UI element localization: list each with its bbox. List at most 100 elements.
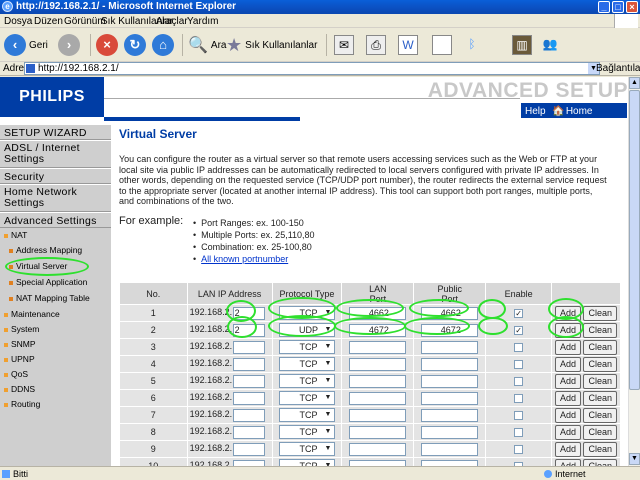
mail-button[interactable]: ✉	[334, 33, 354, 57]
sidebar-item-routing[interactable]: Routing	[0, 397, 111, 412]
sidebar-security[interactable]: Security	[0, 168, 111, 184]
links-label[interactable]: Bağlantılar	[596, 63, 640, 74]
add-button[interactable]: Add	[554, 390, 581, 406]
sidebar-adsl-internet[interactable]: ADSL / Internet Settings	[0, 140, 111, 168]
sidebar-item-system[interactable]: System	[0, 322, 111, 337]
protocol-select[interactable]: TCP ▼	[278, 425, 335, 439]
sidebar-item-snmp[interactable]: SNMP	[0, 337, 111, 352]
home-button[interactable]: ⌂	[152, 33, 177, 57]
search-button[interactable]: 🔍 Ara	[188, 33, 226, 57]
public-port-input[interactable]	[421, 408, 479, 422]
home-link[interactable]: Home	[566, 106, 593, 117]
clean-button[interactable]: Clean	[583, 390, 617, 406]
public-port-input[interactable]	[421, 374, 479, 388]
public-port-input[interactable]	[421, 425, 479, 439]
enable-checkbox[interactable]	[514, 377, 524, 387]
sidebar-item-address-mapping[interactable]: Address Mapping	[0, 243, 111, 259]
protocol-select[interactable]: TCP ▼	[278, 442, 335, 456]
maximize-button[interactable]: □	[612, 1, 624, 13]
enable-checkbox[interactable]	[514, 343, 524, 353]
protocol-select[interactable]: TCP ▼	[278, 306, 335, 320]
add-button[interactable]: Add	[554, 441, 581, 457]
enable-checkbox[interactable]: ✓	[514, 309, 524, 319]
add-button[interactable]: Add	[554, 424, 581, 440]
lan-ip-input[interactable]: 2	[232, 306, 265, 320]
stop-button[interactable]: ×	[96, 33, 121, 57]
edit-button[interactable]: W	[398, 33, 418, 57]
add-button[interactable]: Add	[554, 305, 581, 321]
public-port-input[interactable]	[421, 442, 479, 456]
lan-port-input[interactable]	[349, 425, 407, 439]
scroll-thumb[interactable]	[629, 90, 640, 390]
sidebar-item-special-application[interactable]: Special Application	[0, 275, 111, 291]
messenger-people-button[interactable]: 👥	[540, 33, 560, 57]
menu-help[interactable]: Yardım	[187, 16, 219, 27]
add-button[interactable]: Add	[554, 373, 581, 389]
research-button[interactable]: ▥	[512, 33, 532, 57]
lan-ip-input[interactable]	[232, 442, 265, 456]
add-button[interactable]: Add	[554, 356, 581, 372]
sidebar-item-nat[interactable]: NAT	[0, 228, 111, 243]
vertical-scrollbar[interactable]: ▲ ▼	[628, 77, 640, 466]
lan-ip-input[interactable]	[232, 391, 265, 405]
known-ports-link[interactable]: All known portnumber	[201, 254, 288, 264]
sidebar-home-network[interactable]: Home Network Settings	[0, 184, 111, 212]
public-port-input[interactable]: 4672	[421, 323, 479, 337]
protocol-select[interactable]: TCP ▼	[278, 340, 335, 354]
lan-port-input[interactable]	[349, 408, 407, 422]
clean-button[interactable]: Clean	[583, 458, 617, 466]
clean-button[interactable]: Clean	[583, 322, 617, 338]
lan-port-input[interactable]: 4662	[349, 306, 407, 320]
clean-button[interactable]: Clean	[583, 339, 617, 355]
public-port-input[interactable]	[421, 340, 479, 354]
address-input[interactable]: http://192.168.2.1/	[24, 62, 600, 75]
clean-button[interactable]: Clean	[583, 373, 617, 389]
menu-file[interactable]: Dosya	[4, 16, 32, 27]
add-button[interactable]: Add	[554, 322, 581, 338]
sidebar-item-qos[interactable]: QoS	[0, 367, 111, 382]
public-port-input[interactable]: 4662	[421, 306, 479, 320]
lan-port-input[interactable]	[349, 442, 407, 456]
lan-port-input[interactable]	[349, 391, 407, 405]
menu-view[interactable]: Görünüm	[64, 16, 106, 27]
lan-port-input[interactable]	[349, 340, 407, 354]
scroll-up-button[interactable]: ▲	[629, 77, 640, 89]
clean-button[interactable]: Clean	[583, 305, 617, 321]
enable-checkbox[interactable]: ✓	[514, 326, 524, 336]
lan-ip-input[interactable]	[232, 357, 265, 371]
scroll-down-button[interactable]: ▼	[629, 453, 640, 465]
clean-button[interactable]: Clean	[583, 407, 617, 423]
clean-button[interactable]: Clean	[583, 441, 617, 457]
enable-checkbox[interactable]	[514, 411, 524, 421]
help-link[interactable]: Help	[525, 106, 546, 117]
lan-ip-input[interactable]	[232, 408, 265, 422]
protocol-select[interactable]: TCP ▼	[278, 357, 335, 371]
menu-edit[interactable]: Düzen	[34, 16, 63, 27]
add-button[interactable]: Add	[554, 458, 581, 466]
lan-port-input[interactable]	[349, 357, 407, 371]
back-button[interactable]: ‹ Geri	[4, 33, 48, 57]
clean-button[interactable]: Clean	[583, 356, 617, 372]
menu-tools[interactable]: Araçlar	[156, 16, 188, 27]
enable-checkbox[interactable]	[514, 394, 524, 404]
public-port-input[interactable]	[421, 391, 479, 405]
protocol-select[interactable]: TCP ▼	[278, 374, 335, 388]
refresh-button[interactable]: ↻	[124, 33, 149, 57]
close-button[interactable]: ×	[626, 1, 638, 13]
enable-checkbox[interactable]	[514, 445, 524, 455]
forward-button[interactable]: ›	[58, 33, 83, 57]
sidebar-advanced-settings[interactable]: Advanced Settings	[0, 212, 111, 228]
protocol-select[interactable]: UDP ▼	[278, 323, 335, 337]
discuss-button[interactable]	[432, 33, 452, 57]
clean-button[interactable]: Clean	[583, 424, 617, 440]
lan-ip-input[interactable]	[232, 425, 265, 439]
minimize-button[interactable]: _	[598, 1, 610, 13]
sidebar-item-nat-mapping-table[interactable]: NAT Mapping Table	[0, 291, 111, 307]
protocol-select[interactable]: TCP ▼	[278, 408, 335, 422]
protocol-select[interactable]: TCP ▼	[278, 459, 335, 466]
enable-checkbox[interactable]	[514, 428, 524, 438]
sidebar-item-ddns[interactable]: DDNS	[0, 382, 111, 397]
lan-ip-input[interactable]: 2	[232, 323, 265, 337]
enable-checkbox[interactable]	[514, 360, 524, 370]
messenger-button[interactable]: ᛒ	[462, 33, 482, 57]
